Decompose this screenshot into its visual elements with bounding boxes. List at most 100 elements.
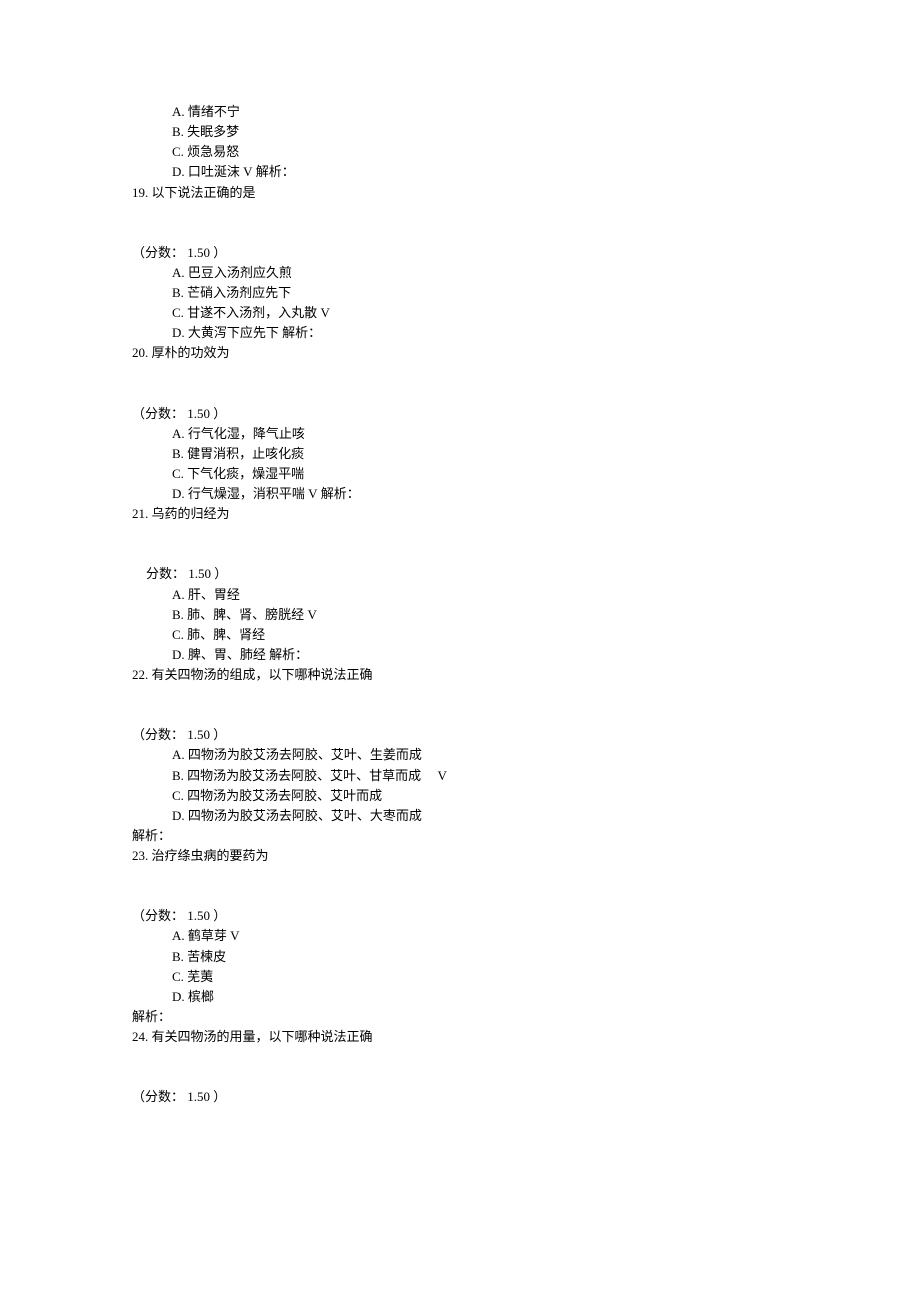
q18-option-d: D. 口吐涎沫 V 解析： (132, 162, 920, 182)
question-text: 有关四物汤的组成，以下哪种说法正确 (152, 667, 373, 682)
option-text: 甘遂不入汤剂，入丸散 (187, 305, 317, 320)
analysis-label: 解析： (269, 647, 308, 662)
q22-analysis: 解析： (132, 826, 920, 846)
score-prefix: （分数： (132, 406, 184, 421)
option-letter: A. (172, 265, 185, 280)
score-value: 1.50 (188, 566, 211, 581)
option-text: 四物汤为胶艾汤去阿胶、艾叶、甘草而成 (187, 768, 421, 783)
q22-option-b: B. 四物汤为胶艾汤去阿胶、艾叶、甘草而成 V (132, 766, 920, 786)
score-suffix: ） (213, 727, 226, 742)
q21-option-b: B. 肺、脾、肾、膀胱经 V (132, 605, 920, 625)
q21-stem: 21. 乌药的归经为 (132, 504, 920, 524)
q20-score: （分数： 1.50 ） (132, 404, 920, 424)
q19-option-c: C. 甘遂不入汤剂，入丸散 V (132, 303, 920, 323)
question-number: 20. (132, 345, 148, 360)
option-text: 健胃消积，止咳化痰 (187, 446, 304, 461)
option-text: 肺、脾、肾、膀胱经 (187, 607, 304, 622)
option-text: 苦楝皮 (187, 949, 226, 964)
question-number: 19. (132, 185, 148, 200)
q21-score: 分数： 1.50 ） (132, 564, 920, 584)
question-number: 21. (132, 506, 148, 521)
score-suffix: ） (213, 406, 226, 421)
score-value: 1.50 (187, 727, 210, 742)
option-letter: A. (172, 104, 185, 119)
option-letter: D. (172, 808, 185, 823)
correct-mark: V (307, 607, 316, 622)
option-letter: B. (172, 768, 184, 783)
option-letter: B. (172, 949, 184, 964)
question-number: 24. (132, 1029, 148, 1044)
option-letter: D. (172, 486, 185, 501)
correct-mark: V (308, 486, 317, 501)
correct-mark: V (230, 928, 239, 943)
score-prefix: （分数： (132, 245, 184, 260)
question-number: 22. (132, 667, 148, 682)
correct-mark: V (437, 768, 446, 783)
option-text: 情绪不宁 (188, 104, 240, 119)
option-letter: C. (172, 466, 184, 481)
option-letter: A. (172, 747, 185, 762)
score-value: 1.50 (187, 1089, 210, 1104)
q21-option-c: C. 肺、脾、肾经 (132, 625, 920, 645)
q20-option-a: A. 行气化湿，降气止咳 (132, 424, 920, 444)
option-text: 四物汤为胶艾汤去阿胶、艾叶、大枣而成 (188, 808, 422, 823)
score-suffix: ） (213, 908, 226, 923)
score-prefix: （分数： (132, 908, 184, 923)
score-value: 1.50 (187, 908, 210, 923)
q24-score: （分数： 1.50 ） (132, 1087, 920, 1107)
document-page: A. 情绪不宁 B. 失眠多梦 C. 烦急易怒 D. 口吐涎沫 V 解析： 19… (0, 0, 920, 1303)
option-text: 脾、胃、肺经 (188, 647, 266, 662)
analysis-label: 解析： (132, 1009, 171, 1024)
option-letter: C. (172, 627, 184, 642)
option-letter: D. (172, 989, 185, 1004)
option-letter: D. (172, 164, 185, 179)
q19-score: （分数： 1.50 ） (132, 243, 920, 263)
q19-option-b: B. 芒硝入汤剂应先下 (132, 283, 920, 303)
option-text: 口吐涎沫 (188, 164, 240, 179)
option-letter: C. (172, 788, 184, 803)
option-letter: B. (172, 124, 184, 139)
score-suffix: ） (213, 1089, 226, 1104)
q20-option-c: C. 下气化痰，燥湿平喘 (132, 464, 920, 484)
option-letter: A. (172, 928, 185, 943)
question-text: 厚朴的功效为 (152, 345, 230, 360)
correct-mark: V (243, 164, 252, 179)
analysis-label: 解析： (256, 164, 295, 179)
q24-stem: 24. 有关四物汤的用量，以下哪种说法正确 (132, 1027, 920, 1047)
option-letter: C. (172, 144, 184, 159)
q19-stem: 19. 以下说法正确的是 (132, 183, 920, 203)
option-letter: B. (172, 285, 184, 300)
score-suffix: ） (213, 245, 226, 260)
q23-analysis: 解析： (132, 1007, 920, 1027)
question-number: 23. (132, 848, 148, 863)
question-text: 以下说法正确的是 (152, 185, 256, 200)
option-text: 下气化痰，燥湿平喘 (187, 466, 304, 481)
q23-option-d: D. 槟榔 (132, 987, 920, 1007)
option-text: 肺、脾、肾经 (187, 627, 265, 642)
option-text: 烦急易怒 (187, 144, 239, 159)
q22-option-c: C. 四物汤为胶艾汤去阿胶、艾叶而成 (132, 786, 920, 806)
question-text: 有关四物汤的用量，以下哪种说法正确 (152, 1029, 373, 1044)
correct-mark: V (320, 305, 329, 320)
option-text: 芜荑 (187, 969, 213, 984)
score-suffix: ） (214, 566, 227, 581)
option-text: 四物汤为胶艾汤去阿胶、艾叶、生姜而成 (188, 747, 422, 762)
option-letter: C. (172, 969, 184, 984)
option-letter: D. (172, 647, 185, 662)
option-letter: B. (172, 607, 184, 622)
q21-option-a: A. 肝、胃经 (132, 585, 920, 605)
option-text: 行气燥湿，消积平喘 (188, 486, 305, 501)
analysis-label: 解析： (282, 325, 321, 340)
q23-option-c: C. 芜荑 (132, 967, 920, 987)
q18-option-c: C. 烦急易怒 (132, 142, 920, 162)
q23-stem: 23. 治疗绦虫病的要药为 (132, 846, 920, 866)
q18-option-a: A. 情绪不宁 (132, 102, 920, 122)
option-letter: A. (172, 587, 185, 602)
option-letter: A. (172, 426, 185, 441)
score-value: 1.50 (187, 406, 210, 421)
option-letter: C. (172, 305, 184, 320)
q22-stem: 22. 有关四物汤的组成，以下哪种说法正确 (132, 665, 920, 685)
q18-option-b: B. 失眠多梦 (132, 122, 920, 142)
score-prefix: （分数： (132, 1089, 184, 1104)
q23-option-b: B. 苦楝皮 (132, 947, 920, 967)
